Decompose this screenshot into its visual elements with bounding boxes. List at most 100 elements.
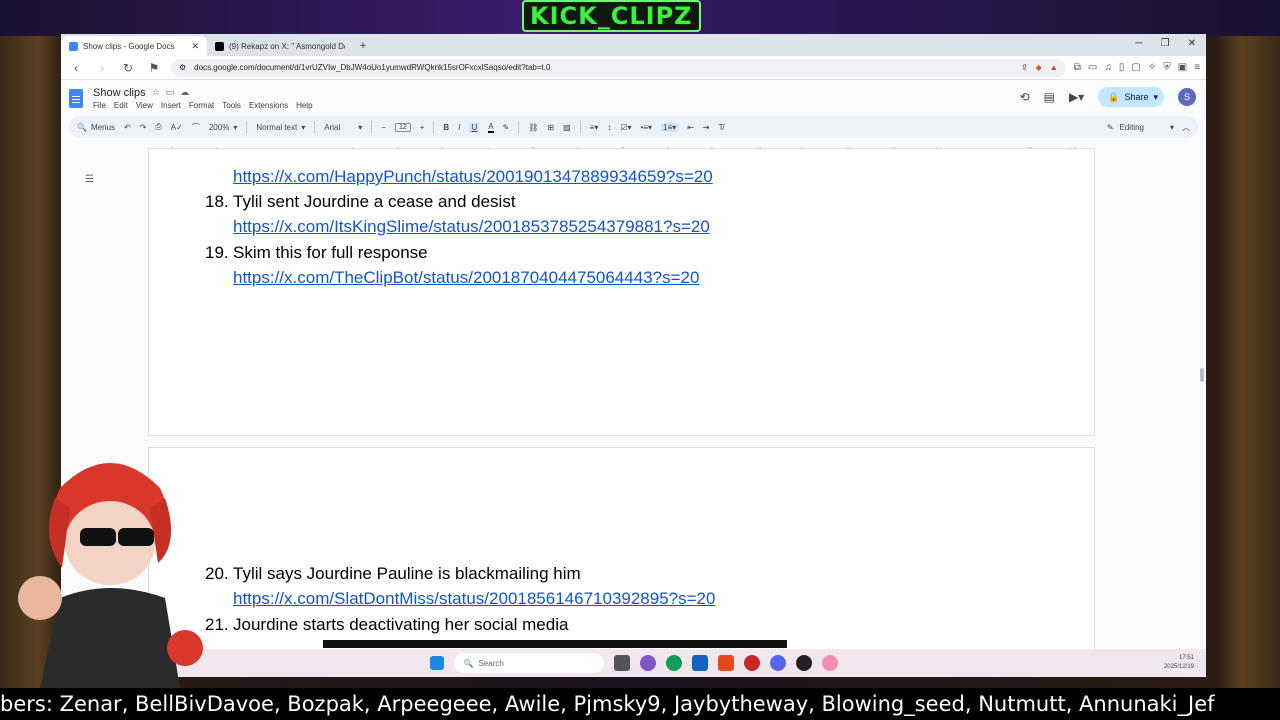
chevron-down-icon[interactable]: ▾: [1153, 92, 1158, 103]
redo-icon[interactable]: ↷: [140, 123, 147, 132]
paint-format-icon[interactable]: ⌒: [192, 122, 200, 133]
extension-icon[interactable]: ⧉: [1074, 62, 1081, 73]
list-number: 19.: [205, 243, 229, 262]
font-size-input[interactable]: 12: [394, 122, 411, 132]
window-close-icon[interactable]: ✕: [1188, 38, 1196, 49]
vpn-icon[interactable]: ⛨: [1163, 62, 1171, 73]
document-canvas: ☰ https://x.com/HappyPunch/status/200190…: [61, 148, 1206, 649]
system-clock[interactable]: 17:51 2025/12/19: [1164, 654, 1194, 672]
move-folder-icon[interactable]: ▭: [166, 87, 175, 98]
clip-link[interactable]: https://x.com/TheClipBot/status/20018704…: [233, 268, 699, 288]
zoom-select[interactable]: 200% ▾: [209, 123, 237, 132]
comments-icon[interactable]: ▤: [1044, 90, 1055, 104]
menu-tools[interactable]: Tools: [222, 101, 241, 110]
google-docs-icon: [69, 41, 78, 51]
tab-show-clips[interactable]: Show clips - Google Docs ✕: [61, 36, 207, 56]
document-outline-icon[interactable]: ☰: [85, 174, 94, 185]
chevron-down-icon: ▾: [1169, 122, 1174, 132]
editing-mode-select[interactable]: ✎ Editing ▾: [1107, 123, 1174, 132]
align-icon[interactable]: ≡▾: [590, 123, 599, 132]
bullet-list-icon[interactable]: •≡▾: [641, 123, 652, 132]
checklist-icon[interactable]: ☑▾: [620, 123, 631, 132]
wallet-icon[interactable]: ▣: [1178, 62, 1187, 73]
increase-font-icon[interactable]: +: [420, 123, 425, 132]
bold-icon[interactable]: B: [443, 123, 449, 132]
forward-icon[interactable]: ›: [93, 61, 111, 75]
decrease-indent-icon[interactable]: ⇤: [687, 123, 694, 132]
collapse-menus-icon[interactable]: ︿: [1182, 122, 1190, 133]
menu-format[interactable]: Format: [189, 101, 214, 110]
browser-menu-icon[interactable]: ≡: [1194, 62, 1200, 73]
clip-link[interactable]: https://x.com/ItsKingSlime/status/200185…: [233, 217, 710, 237]
underline-icon[interactable]: U: [469, 122, 480, 132]
taskbar-search[interactable]: 🔍 Search: [453, 653, 604, 673]
docs-logo-icon[interactable]: [69, 88, 83, 108]
style-select[interactable]: Normal text ▾: [256, 123, 305, 132]
menu-extensions[interactable]: Extensions: [249, 101, 288, 110]
line-spacing-icon[interactable]: ↕: [607, 123, 611, 132]
tab-rekapz[interactable]: (9) Rekapz on X: " Asmongold Del: [207, 36, 353, 56]
star-icon[interactable]: ☆: [152, 87, 160, 98]
windows-start-icon[interactable]: [429, 656, 444, 670]
menus-search[interactable]: 🔍 Menus: [77, 123, 115, 132]
discord-icon[interactable]: [769, 655, 786, 671]
highlight-icon[interactable]: ✎: [503, 123, 510, 132]
text-color-icon[interactable]: A: [488, 122, 494, 133]
divider: [518, 121, 520, 133]
list-item-text: Skim this for full response: [233, 243, 428, 262]
numbered-list-icon[interactable]: 1≡▾: [661, 122, 679, 132]
comment-icon[interactable]: ⊞: [547, 123, 554, 132]
new-tab-button[interactable]: +: [353, 36, 373, 56]
brave-shield-icon[interactable]: ◆: [1036, 63, 1042, 72]
site-info-icon[interactable]: ⚙: [179, 63, 186, 72]
reload-icon[interactable]: ↻: [119, 61, 137, 75]
font-select[interactable]: Arial ▾: [324, 123, 362, 132]
document-title[interactable]: Show clips: [93, 87, 146, 99]
share-label: Share: [1124, 92, 1149, 102]
menu-insert[interactable]: Insert: [161, 101, 181, 110]
file-explorer-icon[interactable]: [613, 655, 630, 671]
windows-taskbar: 🔍 Search 17:51 2025/12/19: [61, 649, 1206, 677]
italic-icon[interactable]: I: [458, 123, 460, 132]
menu-view[interactable]: View: [136, 101, 153, 110]
increase-indent-icon[interactable]: ⇥: [703, 123, 710, 132]
version-history-icon[interactable]: ⟲: [1020, 90, 1030, 104]
format-toolbar: 🔍 Menus ↶ ↷ ⎙ A✓ ⌒ 200% ▾ Normal text ▾ Ari…: [69, 116, 1198, 138]
spellcheck-icon[interactable]: A✓: [171, 123, 183, 132]
meet-icon[interactable]: ▶▾: [1069, 90, 1084, 104]
scrollbar-thumb[interactable]: [1200, 368, 1204, 382]
address-bar[interactable]: ⚙ docs.google.com/document/d/1vrUZVIw_Db…: [171, 58, 1066, 77]
bookmark-icon[interactable]: ⚑: [145, 61, 163, 75]
media-icon[interactable]: ♫: [1104, 62, 1112, 73]
print-icon[interactable]: ⎙: [155, 122, 161, 132]
app-icon[interactable]: [795, 655, 812, 671]
menu-edit[interactable]: Edit: [114, 101, 128, 110]
copilot-icon[interactable]: [639, 655, 656, 671]
menu-file[interactable]: File: [93, 101, 106, 110]
leo-ai-icon[interactable]: ✧: [1148, 62, 1156, 73]
edge-icon[interactable]: [665, 655, 682, 671]
close-icon[interactable]: ✕: [191, 41, 199, 52]
minimize-icon[interactable]: ─: [1136, 38, 1143, 49]
decrease-font-icon[interactable]: −: [381, 123, 386, 132]
reading-list-icon[interactable]: ▭: [1088, 62, 1097, 73]
brave-rewards-icon[interactable]: ▲: [1050, 63, 1058, 72]
store-icon[interactable]: [691, 655, 708, 671]
app-icon[interactable]: [821, 655, 838, 671]
share-page-icon[interactable]: ⇪: [1021, 63, 1028, 72]
clear-formatting-icon[interactable]: T̸: [719, 123, 724, 132]
tab-search-icon[interactable]: ▢: [1131, 62, 1140, 73]
link-icon[interactable]: ⛓: [528, 123, 538, 132]
account-avatar[interactable]: S: [1178, 88, 1196, 106]
clip-link[interactable]: https://x.com/SlatDontMiss/status/200185…: [233, 589, 715, 609]
undo-icon[interactable]: ↶: [124, 123, 131, 132]
menu-help[interactable]: Help: [296, 101, 312, 110]
image-icon[interactable]: ▨: [563, 123, 571, 132]
maximize-icon[interactable]: ❐: [1161, 38, 1170, 49]
sidebar-icon[interactable]: ▯: [1119, 62, 1125, 73]
brave-icon[interactable]: [717, 655, 734, 671]
clip-link[interactable]: https://x.com/HappyPunch/status/20019013…: [233, 167, 713, 187]
back-icon[interactable]: ‹: [67, 61, 85, 75]
share-button[interactable]: 🔒 Share ▾: [1098, 87, 1164, 107]
obs-icon[interactable]: [743, 655, 760, 671]
